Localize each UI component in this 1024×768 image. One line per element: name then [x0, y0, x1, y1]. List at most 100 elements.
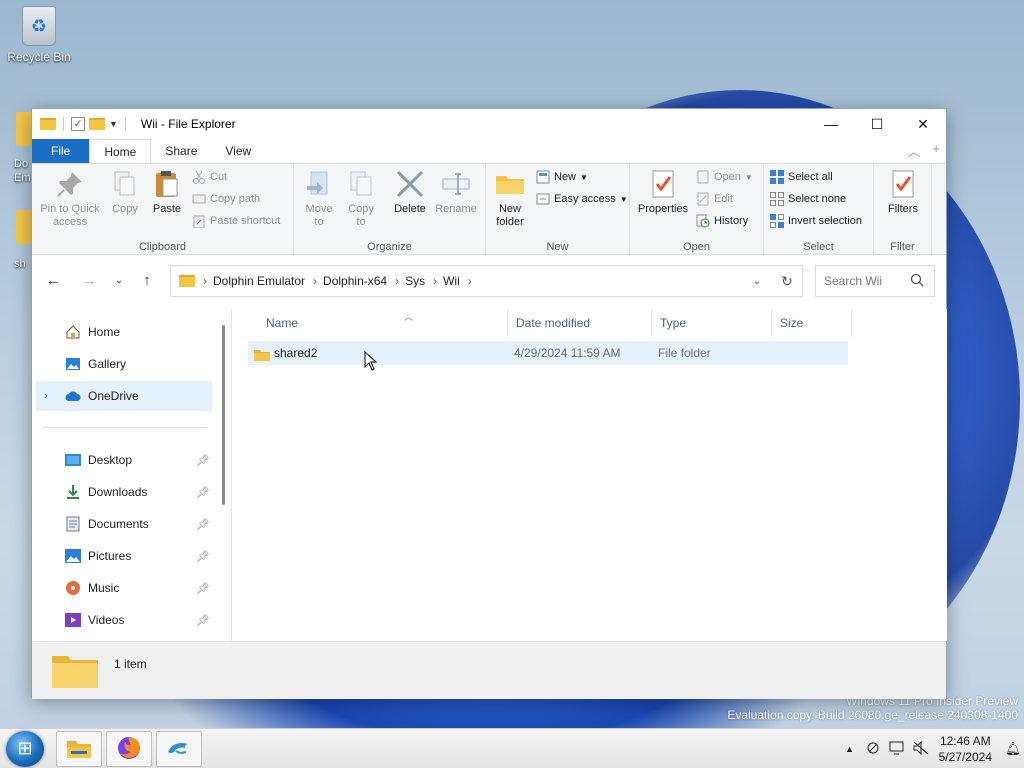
easy-access-button[interactable]: Easy access ▼: [536, 190, 628, 208]
copy-path-label: Copy path: [210, 193, 261, 205]
nav-item-music[interactable]: Music 📌︎: [36, 573, 212, 603]
sound-muted-icon[interactable]: [909, 740, 933, 758]
copy-to-button[interactable]: Copy to: [344, 168, 378, 229]
invert-selection-icon: [770, 214, 784, 228]
pin-icon[interactable]: 📌︎: [196, 550, 210, 563]
pin-quick-access-button[interactable]: Pin to Quick access: [38, 168, 102, 229]
tab-file[interactable]: File: [32, 139, 90, 163]
new-item-button[interactable]: New ▼: [536, 168, 588, 186]
nav-divider: [42, 427, 207, 428]
easy-access-label: Easy access: [554, 193, 616, 205]
nav-scrollbar[interactable]: [222, 325, 225, 505]
invert-selection-label: Invert selection: [788, 215, 862, 227]
delete-icon: [394, 168, 426, 200]
new-folder-qat-icon[interactable]: [89, 118, 105, 130]
history-button[interactable]: History: [696, 212, 748, 230]
nav-item-videos[interactable]: Videos 📌︎: [36, 605, 212, 635]
cut-button[interactable]: Cut: [192, 168, 227, 186]
qat-customize-icon[interactable]: ▼: [109, 119, 118, 129]
open-button[interactable]: Open ▼: [696, 168, 753, 186]
column-header-date-modified[interactable]: Date modified: [508, 309, 652, 337]
properties-qat-icon[interactable]: ✓: [71, 117, 85, 131]
nav-item-home[interactable]: Home: [36, 317, 212, 347]
edit-button[interactable]: Edit: [696, 190, 733, 208]
rename-button[interactable]: Rename: [434, 168, 478, 216]
pin-icon[interactable]: 📌︎: [196, 454, 210, 467]
column-header-name[interactable]: Name ︿: [258, 309, 508, 337]
nav-item-documents[interactable]: Documents 📌︎: [36, 509, 212, 539]
copy-path-button[interactable]: Copy path: [192, 190, 260, 208]
breadcrumb-separator[interactable]: ›: [313, 274, 317, 288]
desktop-icon-recycle-bin[interactable]: Recycle Bin: [6, 6, 72, 64]
address-dropdown-icon[interactable]: ⌄: [742, 276, 772, 287]
taskbar-firefox[interactable]: [106, 731, 152, 767]
clock[interactable]: 12:46 AM 5/27/2024: [939, 733, 992, 765]
select-none-label: Select none: [788, 193, 847, 205]
ribbon-tabs: File Home Share View ︿ +: [32, 139, 946, 163]
recent-locations-button[interactable]: ⌄: [108, 270, 130, 292]
pin-icon: [54, 168, 86, 200]
table-row[interactable]: shared2 4/29/2024 11:59 AM File folder: [248, 341, 848, 365]
breadcrumb-separator[interactable]: ›: [395, 274, 399, 288]
breadcrumb-item[interactable]: Wii: [443, 274, 460, 288]
breadcrumb-item[interactable]: Dolphin-x64: [323, 274, 387, 288]
address-bar-actions: ⌄ ↻: [742, 266, 802, 296]
column-header-type[interactable]: Type: [652, 309, 772, 337]
nav-item-downloads[interactable]: Downloads 📌︎: [36, 477, 212, 507]
display-icon[interactable]: [885, 741, 909, 758]
invert-selection-button[interactable]: Invert selection: [770, 212, 862, 230]
back-button[interactable]: ←: [42, 270, 64, 292]
breadcrumb-separator[interactable]: ›: [203, 274, 207, 288]
tab-share[interactable]: Share: [151, 139, 211, 163]
breadcrumb-item[interactable]: Sys: [405, 274, 425, 288]
pin-icon[interactable]: 📌︎: [196, 614, 210, 627]
start-button[interactable]: [6, 731, 44, 767]
paste-shortcut-button[interactable]: Paste shortcut: [192, 212, 280, 230]
breadcrumb-item[interactable]: Dolphin Emulator: [213, 274, 305, 288]
tab-home[interactable]: Home: [89, 139, 152, 163]
pin-icon[interactable]: 📌︎: [196, 582, 210, 595]
filters-button[interactable]: Filters: [882, 168, 924, 216]
collapse-ribbon-icon[interactable]: ︿: [907, 141, 920, 160]
column-header-size[interactable]: Size: [772, 309, 852, 337]
nav-item-pictures[interactable]: Pictures 📌︎: [36, 541, 212, 571]
nav-item-desktop[interactable]: Desktop 📌︎: [36, 445, 212, 475]
network-status-icon[interactable]: [861, 741, 885, 758]
show-hidden-icons-icon[interactable]: ▲: [839, 744, 861, 754]
paste-button[interactable]: Paste: [148, 168, 186, 216]
nav-item-label: Desktop: [88, 453, 133, 467]
address-bar[interactable]: › Dolphin Emulator › Dolphin-x64 › Sys ›…: [170, 265, 803, 297]
forward-button[interactable]: →: [78, 270, 100, 292]
tab-view[interactable]: View: [211, 139, 265, 163]
copy-label: Copy: [112, 203, 138, 215]
breadcrumb-separator[interactable]: ›: [468, 274, 472, 288]
desktop-partial-label: sh: [14, 258, 26, 270]
refresh-icon[interactable]: ↻: [772, 273, 802, 290]
taskbar-dolphin[interactable]: [156, 731, 202, 767]
group-label-organize: Organize: [367, 241, 412, 253]
select-none-button[interactable]: Select none: [770, 190, 846, 208]
up-button[interactable]: ↑: [136, 270, 158, 292]
nav-item-gallery[interactable]: Gallery: [36, 349, 212, 379]
notification-icon[interactable]: 🔔︎: [1002, 741, 1024, 757]
maximize-button[interactable]: ☐: [854, 109, 900, 139]
nav-item-onedrive[interactable]: › OneDrive: [36, 381, 212, 411]
move-to-button[interactable]: Move to: [300, 168, 338, 229]
new-folder-button[interactable]: New folder: [492, 168, 528, 229]
help-plus-icon[interactable]: +: [932, 141, 940, 160]
breadcrumb-separator[interactable]: ›: [433, 274, 437, 288]
delete-button[interactable]: Delete: [390, 168, 430, 216]
expand-chevron-icon[interactable]: ›: [44, 390, 48, 402]
move-to-icon: [303, 168, 335, 200]
taskbar-file-explorer[interactable]: [56, 731, 102, 767]
pin-icon[interactable]: 📌︎: [196, 486, 210, 499]
minimize-button[interactable]: —: [808, 109, 854, 139]
select-all-button[interactable]: Select all: [770, 168, 833, 186]
title-bar[interactable]: ✓ ▼ Wii - File Explorer — ☐ ✕: [32, 109, 946, 139]
pin-icon[interactable]: 📌︎: [196, 518, 210, 531]
search-box[interactable]: Search Wii: [815, 265, 935, 297]
copy-button[interactable]: Copy: [108, 168, 142, 216]
home-icon: [64, 324, 82, 340]
properties-button[interactable]: Properties: [636, 168, 690, 216]
close-button[interactable]: ✕: [900, 109, 946, 139]
